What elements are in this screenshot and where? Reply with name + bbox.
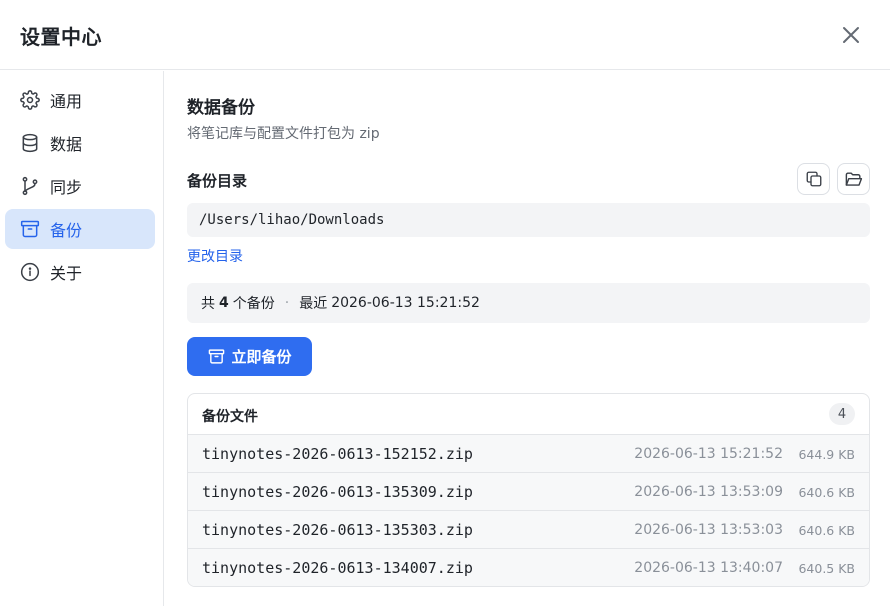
backup-dir-label: 备份目录 — [187, 172, 248, 190]
change-dir-link[interactable]: 更改目录 — [187, 246, 243, 266]
sidebar-item-general[interactable]: 通用 — [5, 80, 155, 120]
dialog-title: 设置中心 — [20, 25, 102, 49]
close-icon — [843, 27, 859, 43]
sidebar-item-label: 同步 — [50, 178, 83, 197]
backup-file-list: 备份文件 4 tinynotes-2026-0613-152152.zip 20… — [187, 393, 870, 587]
close-button[interactable] — [836, 20, 866, 50]
file-time: 2026-06-13 15:21:52 — [634, 446, 783, 462]
backup-now-button[interactable]: 立即备份 — [187, 337, 312, 376]
info-icon — [19, 261, 41, 283]
summary-prefix: 共 — [201, 296, 215, 312]
archive-icon — [19, 218, 41, 240]
section-subtitle: 将笔记库与配置文件打包为 zip — [187, 126, 380, 142]
section-title: 数据备份 — [187, 98, 255, 118]
file-size: 640.5 KB — [798, 561, 855, 576]
file-list-title: 备份文件 — [202, 409, 258, 425]
file-row[interactable]: tinynotes-2026-0613-152152.zip 2026-06-1… — [188, 435, 869, 473]
file-row[interactable]: tinynotes-2026-0613-134007.zip 2026-06-1… — [188, 549, 869, 586]
copy-path-button[interactable] — [797, 163, 830, 195]
backup-now-label: 立即备份 — [231, 348, 292, 366]
copy-icon — [806, 171, 821, 187]
backup-summary: 共 4 个备份 · 最近 2026-06-13 15:21:52 — [187, 283, 870, 323]
file-name: tinynotes-2026-0613-152152.zip — [202, 445, 473, 463]
sidebar-item-label: 数据 — [50, 135, 83, 154]
backup-panel: 数据备份 将笔记库与配置文件打包为 zip 备份目录 /Users/lihao/… — [165, 71, 890, 606]
file-size: 640.6 KB — [798, 485, 855, 500]
file-count-badge: 4 — [829, 403, 855, 425]
sidebar-item-label: 备份 — [50, 221, 83, 240]
file-name: tinynotes-2026-0613-135303.zip — [202, 521, 473, 539]
sidebar-item-sync[interactable]: 同步 — [5, 166, 155, 206]
settings-dialog: 设置中心 通用 数据 同步 备份 关于 数据备份 将笔记库与配置文件打包为 zi… — [0, 0, 890, 606]
sidebar-item-about[interactable]: 关于 — [5, 252, 155, 292]
sidebar: 通用 数据 同步 备份 关于 — [0, 71, 164, 606]
file-name: tinynotes-2026-0613-135309.zip — [202, 483, 473, 501]
file-time: 2026-06-13 13:53:03 — [634, 522, 783, 538]
file-size: 640.6 KB — [798, 523, 855, 538]
open-folder-button[interactable] — [837, 163, 870, 195]
file-time: 2026-06-13 13:53:09 — [634, 484, 783, 500]
git-branch-icon — [19, 175, 41, 197]
database-icon — [19, 132, 41, 154]
gear-icon — [19, 89, 41, 111]
summary-latest-label: 最近 — [299, 296, 328, 312]
dialog-header: 设置中心 — [0, 0, 890, 70]
file-list-header: 备份文件 4 — [188, 394, 869, 435]
sidebar-item-label: 关于 — [50, 264, 83, 283]
file-row[interactable]: tinynotes-2026-0613-135309.zip 2026-06-1… — [188, 473, 869, 511]
sidebar-item-data[interactable]: 数据 — [5, 123, 155, 163]
summary-separator: · — [284, 295, 290, 311]
archive-icon — [207, 348, 225, 366]
file-size: 644.9 KB — [798, 447, 855, 462]
sidebar-item-backup[interactable]: 备份 — [5, 209, 155, 249]
file-row[interactable]: tinynotes-2026-0613-135303.zip 2026-06-1… — [188, 511, 869, 549]
backup-path-field: /Users/lihao/Downloads — [187, 203, 870, 237]
folder-open-icon — [845, 171, 863, 186]
file-time: 2026-06-13 13:40:07 — [634, 560, 783, 576]
summary-count: 4 — [219, 295, 229, 311]
summary-latest-time: 2026-06-13 15:21:52 — [331, 295, 480, 311]
sidebar-item-label: 通用 — [50, 92, 83, 111]
summary-suffix: 个备份 — [232, 296, 275, 312]
file-name: tinynotes-2026-0613-134007.zip — [202, 559, 473, 577]
